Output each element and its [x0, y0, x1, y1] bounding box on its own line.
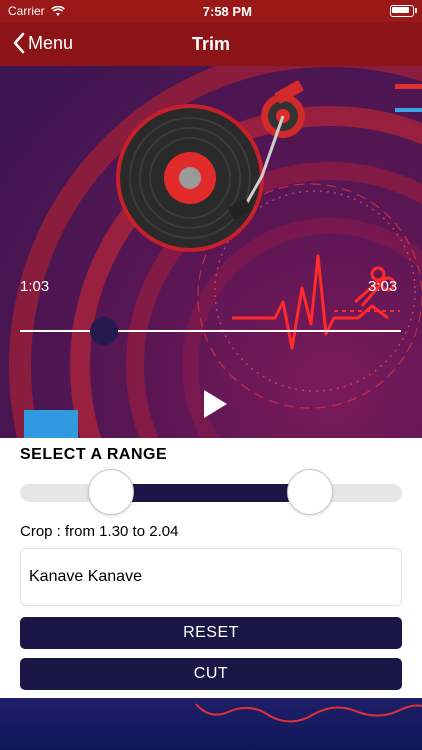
battery-icon [390, 5, 417, 17]
page-title: Trim [191, 34, 230, 54]
reset-button[interactable]: RESET [20, 617, 402, 649]
crop-range-label: Crop : from 1.30 to 2.04 [20, 523, 179, 540]
wifi-icon [50, 5, 65, 16]
range-slider-selection [110, 484, 310, 502]
status-bar: Carrier 7:58 PM [0, 0, 422, 22]
range-end-handle[interactable] [287, 469, 333, 515]
seek-bar[interactable] [20, 330, 401, 332]
footer-wave-decoration [195, 703, 422, 723]
range-section-title: SELECT A RANGE [20, 446, 168, 463]
play-icon[interactable] [200, 388, 230, 420]
total-duration: 3:03 [368, 278, 398, 295]
navigation-bar: Menu Trim [0, 22, 422, 66]
status-left: Carrier [8, 4, 65, 18]
footer-artwork [0, 698, 422, 750]
trim-controls: SELECT A RANGE Crop : from 1.30 to 2.04 … [0, 438, 422, 698]
range-start-handle[interactable] [88, 469, 134, 515]
player-artwork: 1:03 3:03 [0, 66, 422, 438]
song-name-field[interactable] [20, 548, 402, 606]
current-time: 1:03 [20, 278, 50, 295]
seek-handle[interactable] [90, 317, 118, 345]
artwork-illustration [9, 66, 422, 438]
status-time: 7:58 PM [202, 3, 252, 19]
carrier-label: Carrier [8, 4, 45, 18]
cut-button[interactable]: CUT [20, 658, 402, 690]
